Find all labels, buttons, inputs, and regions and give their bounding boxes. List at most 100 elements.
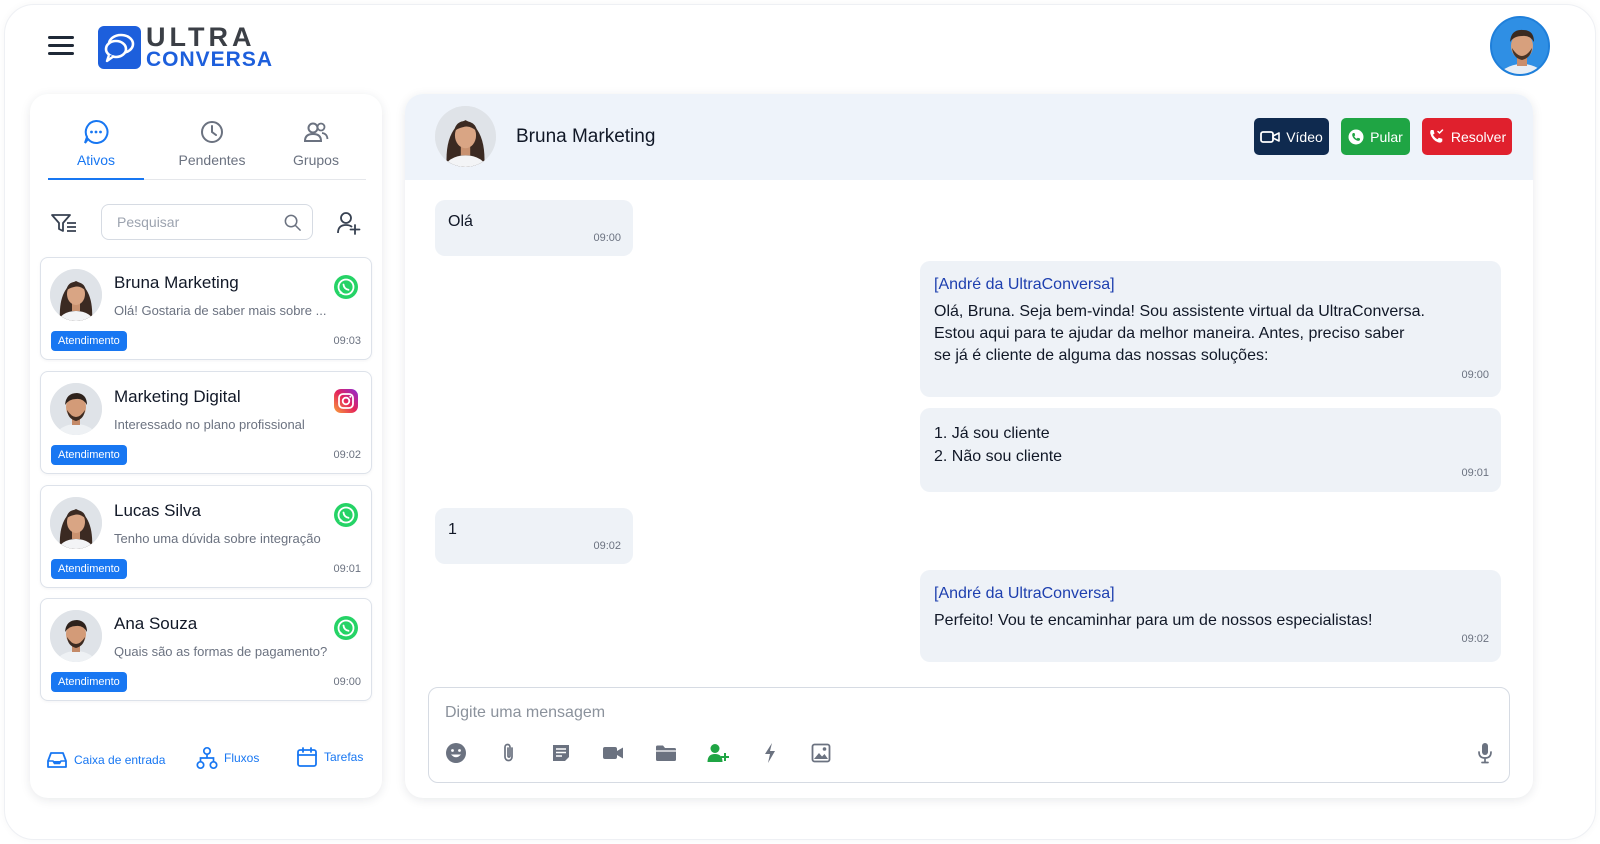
image-icon[interactable] (809, 741, 833, 765)
message-line: 2. Não sou cliente (934, 448, 1063, 465)
message-composer (428, 687, 1510, 783)
contact-avatar[interactable] (435, 106, 496, 167)
conversation-name: Lucas Silva (114, 501, 201, 520)
nav-caixa-de-entrada[interactable]: Caixa de entrada (46, 751, 165, 769)
message-time: 09:02 (593, 540, 621, 552)
message-time: 09:00 (1461, 369, 1489, 381)
nav-label: Fluxos (224, 751, 260, 765)
inbox-icon (47, 752, 67, 768)
lightning-icon[interactable] (758, 741, 782, 765)
whatsapp-icon (334, 275, 358, 299)
folder-icon[interactable] (654, 741, 678, 765)
logo: ULTRA CONVERSA (98, 22, 273, 70)
conversation-preview: Tenho uma dúvida sobre integração (114, 531, 321, 546)
avatar (50, 497, 102, 549)
status-badge: Atendimento (51, 331, 127, 351)
nav-label: Tarefas (324, 750, 364, 764)
conversation-tabs: Ativos Pendentes Grupos (48, 114, 366, 180)
contact-name: Bruna Marketing (516, 126, 656, 147)
conversation-name: Ana Souza (114, 614, 198, 633)
message-sender: [André da UltraConversa] (934, 585, 1115, 602)
message-time: 09:01 (1461, 467, 1489, 479)
note-icon[interactable] (549, 741, 573, 765)
video-icon[interactable] (601, 741, 625, 765)
nav-fluxos[interactable]: Fluxos (196, 746, 259, 770)
conversation-item[interactable]: Marketing Digital Interessado no plano p… (40, 371, 372, 474)
conversation-time: 09:01 (333, 563, 361, 575)
resolver-button-label: Resolver (1450, 128, 1507, 145)
menu-icon[interactable] (48, 36, 74, 56)
filter-icon[interactable] (50, 212, 78, 234)
message-line: 1. Já sou cliente (934, 425, 1050, 442)
tab-pendentes-label: Pendentes (178, 152, 246, 168)
message-outgoing: [André da UltraConversa] Olá, Bruna. Sej… (920, 261, 1501, 397)
message-input[interactable] (445, 704, 1345, 722)
bottom-nav: Caixa de entrada Fluxos Tarefas (46, 746, 368, 776)
instagram-icon (334, 389, 358, 413)
search-box (101, 204, 313, 240)
nav-label: Caixa de entrada (74, 753, 166, 767)
user-avatar[interactable] (1490, 16, 1550, 76)
conversation-name: Marketing Digital (114, 387, 241, 406)
calendar-icon (297, 747, 317, 767)
active-tab-indicator (48, 178, 144, 180)
phone-check-icon (1430, 129, 1444, 143)
conversation-preview: Quais são as formas de pagamento? (114, 644, 328, 659)
conversation-name: Bruna Marketing (114, 273, 239, 292)
status-badge: Atendimento (51, 672, 127, 692)
resolver-button[interactable]: Resolver (1422, 118, 1512, 155)
search-input[interactable] (117, 214, 277, 230)
message-text: 1 (448, 521, 457, 538)
clock-icon (201, 121, 223, 143)
search-icon[interactable] (283, 213, 302, 232)
video-camera-icon (1260, 130, 1281, 143)
conversation-item[interactable]: Bruna Marketing Olá! Gostaria de saber m… (40, 257, 372, 360)
conversation-preview: Olá! Gostaria de saber mais sobre ... (114, 303, 327, 318)
group-icon (303, 122, 329, 142)
whatsapp-icon (334, 503, 358, 527)
pular-button[interactable]: Pular (1341, 118, 1410, 155)
tab-ativos-label: Ativos (76, 152, 116, 168)
message-outgoing: [André da UltraConversa] Perfeito! Vou t… (920, 570, 1501, 662)
conversations-panel: Ativos Pendentes Grupos Pesquisar Bruna … (30, 94, 382, 798)
message-text: Olá (448, 213, 473, 230)
tab-ativos[interactable]: Ativos (54, 114, 138, 180)
message-line: Perfeito! Vou te encaminhar para um de n… (934, 612, 1373, 629)
logo-text-ultra: ULTRA (146, 22, 256, 52)
conversation-preview: Interessado no plano profissional (114, 417, 305, 432)
conversation-item[interactable]: Ana Souza Quais são as formas de pagamen… (40, 598, 372, 701)
emoji-icon[interactable] (444, 741, 468, 765)
chat-bubble-icon (84, 119, 109, 144)
phone-forward-icon (1348, 129, 1364, 144)
avatar (50, 383, 102, 435)
logo-chat-icon (98, 25, 141, 69)
microphone-icon[interactable] (1473, 741, 1497, 765)
message-sender: [André da UltraConversa] (934, 276, 1115, 293)
whatsapp-icon (334, 616, 358, 640)
video-button[interactable]: Vídeo (1254, 118, 1329, 155)
message-time: 09:02 (1461, 633, 1489, 645)
add-contact-icon[interactable] (706, 741, 730, 765)
message-line: Olá, Bruna. Seja bem-vinda! Sou assisten… (934, 303, 1425, 320)
video-button-label: Vídeo (1286, 128, 1323, 145)
message-incoming: Olá 09:00 (435, 200, 633, 256)
tab-grupos-label: Grupos (293, 152, 339, 168)
message-incoming: 1 09:02 (435, 508, 633, 564)
chat-header: Bruna Marketing Vídeo Pular Resolver (405, 94, 1533, 180)
attachment-icon[interactable] (497, 741, 521, 765)
tab-grupos[interactable]: Grupos (274, 114, 358, 180)
avatar (50, 610, 102, 662)
conversation-time: 09:03 (333, 335, 361, 347)
conversation-time: 09:00 (333, 676, 361, 688)
conversation-item[interactable]: Lucas Silva Tenho uma dúvida sobre integ… (40, 485, 372, 588)
avatar (50, 269, 102, 321)
nav-tarefas[interactable]: Tarefas (296, 746, 363, 768)
tab-pendentes[interactable]: Pendentes (160, 114, 264, 180)
message-line: se já é cliente de alguma das nossas sol… (934, 347, 1269, 364)
conversation-time: 09:02 (333, 449, 361, 461)
pular-button-label: Pular (1370, 128, 1403, 145)
flow-icon (196, 746, 218, 770)
chat-panel: Bruna Marketing Vídeo Pular Resolver Olá (405, 94, 1533, 798)
status-badge: Atendimento (51, 559, 127, 579)
add-contact-icon[interactable] (336, 210, 362, 236)
